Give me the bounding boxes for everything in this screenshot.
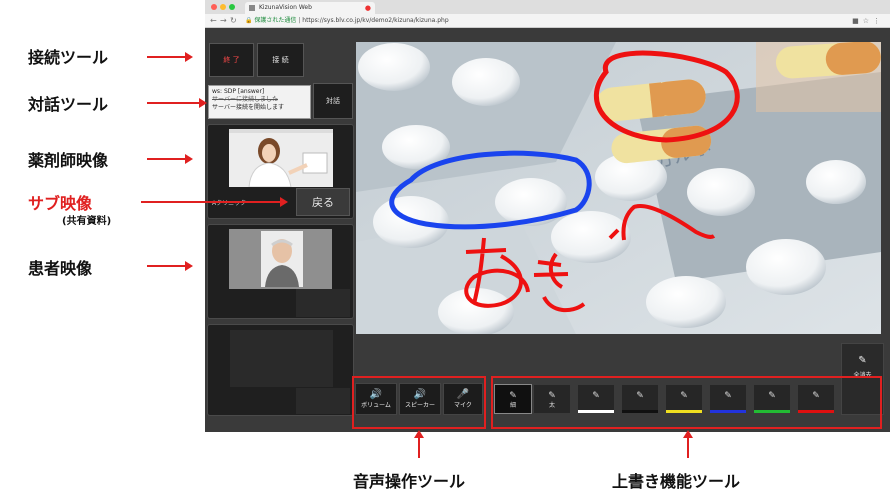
patient-video bbox=[229, 229, 332, 289]
dialog-tools-arrow bbox=[147, 98, 207, 108]
zoom-window-dot[interactable] bbox=[229, 4, 235, 10]
lock-icon: 🔒 bbox=[245, 17, 253, 24]
back-icon[interactable]: ← bbox=[210, 14, 217, 28]
url-text: https://sys.blv.co.jp/kv/demo2/kizuna/ki… bbox=[302, 17, 449, 24]
pharmacist-video bbox=[229, 129, 333, 187]
back-button-label: 戻る bbox=[312, 196, 334, 209]
reload-icon[interactable]: ↻ bbox=[230, 14, 237, 28]
connect-button[interactable]: 接 続 bbox=[257, 43, 304, 77]
log-line: サーバー接続を開始します bbox=[212, 104, 284, 111]
audio-tools-highlight bbox=[352, 376, 486, 429]
dialog-tools-label: 対話ツール bbox=[28, 95, 109, 114]
audio-tools-arrow bbox=[414, 430, 424, 458]
back-button[interactable]: 戻る bbox=[296, 188, 350, 216]
end-button[interactable]: 終 了 bbox=[209, 43, 254, 77]
log-line: ws: SDP [answer] bbox=[212, 88, 265, 95]
sub-video-note: (共有資料) bbox=[62, 216, 112, 227]
url-field[interactable]: 🔒 保護された通信 | https://sys.blv.co.jp/kv/dem… bbox=[245, 16, 449, 26]
pencil-icon: ✎ bbox=[858, 355, 867, 366]
browser-tab[interactable]: KizunaVision Web ● bbox=[245, 2, 375, 14]
sub-video-annotation: サブ映像 bbox=[28, 194, 93, 213]
sub-video-arrow bbox=[141, 197, 288, 207]
pharmacist-video-label: 薬剤師映像 bbox=[28, 151, 109, 170]
tab-close-icon[interactable]: ● bbox=[365, 2, 371, 14]
empty-video-secondary bbox=[296, 388, 350, 414]
pill-blister-image: カルボ bbox=[356, 42, 881, 334]
patient-video-panel bbox=[207, 224, 354, 319]
end-button-label: 終 了 bbox=[223, 56, 240, 64]
forward-icon[interactable]: → bbox=[220, 14, 227, 28]
close-window-dot[interactable] bbox=[211, 4, 217, 10]
address-bar: ← → ↻ 🔒 保護された通信 | https://sys.blv.co.jp/… bbox=[205, 14, 890, 28]
dialog-button[interactable]: 対話 bbox=[313, 83, 353, 119]
connection-log: ws: SDP [answer] サーバーに接続しました サーバー接続を開始しま… bbox=[208, 85, 311, 119]
secure-label: 保護された通信 bbox=[254, 17, 297, 24]
overwrite-tools-highlight bbox=[491, 376, 882, 429]
screenshot-stage: KizunaVision Web ● ← → ↻ 🔒 保護された通信 | htt… bbox=[0, 0, 890, 500]
empty-video-slot bbox=[230, 330, 333, 387]
patient-video-secondary bbox=[296, 289, 350, 317]
connect-button-label: 接 続 bbox=[272, 56, 289, 64]
overwrite-tools-arrow bbox=[683, 430, 693, 458]
log-line: サーバーに接続しました bbox=[212, 96, 278, 103]
bookmark-star-icon[interactable]: ■☆⋮ bbox=[852, 14, 884, 28]
patient-video-label: 患者映像 bbox=[28, 259, 93, 278]
overwrite-tools-label: 上書き機能ツール bbox=[612, 472, 741, 491]
minimize-window-dot[interactable] bbox=[220, 4, 226, 10]
empty-video-panel bbox=[207, 324, 354, 416]
audio-tools-label: 音声操作ツール bbox=[353, 472, 466, 491]
tab-bar: KizunaVision Web ● bbox=[205, 0, 890, 14]
tab-title: KizunaVision Web bbox=[259, 4, 312, 11]
connect-tools-arrow bbox=[147, 52, 193, 62]
connect-tools-label: 接続ツール bbox=[28, 48, 109, 67]
pharmacist-video-arrow bbox=[147, 154, 193, 164]
dialog-button-label: 対話 bbox=[326, 97, 340, 105]
favicon-icon bbox=[249, 5, 255, 11]
shared-video[interactable]: カルボ bbox=[356, 42, 881, 334]
patient-video-arrow bbox=[147, 261, 193, 271]
